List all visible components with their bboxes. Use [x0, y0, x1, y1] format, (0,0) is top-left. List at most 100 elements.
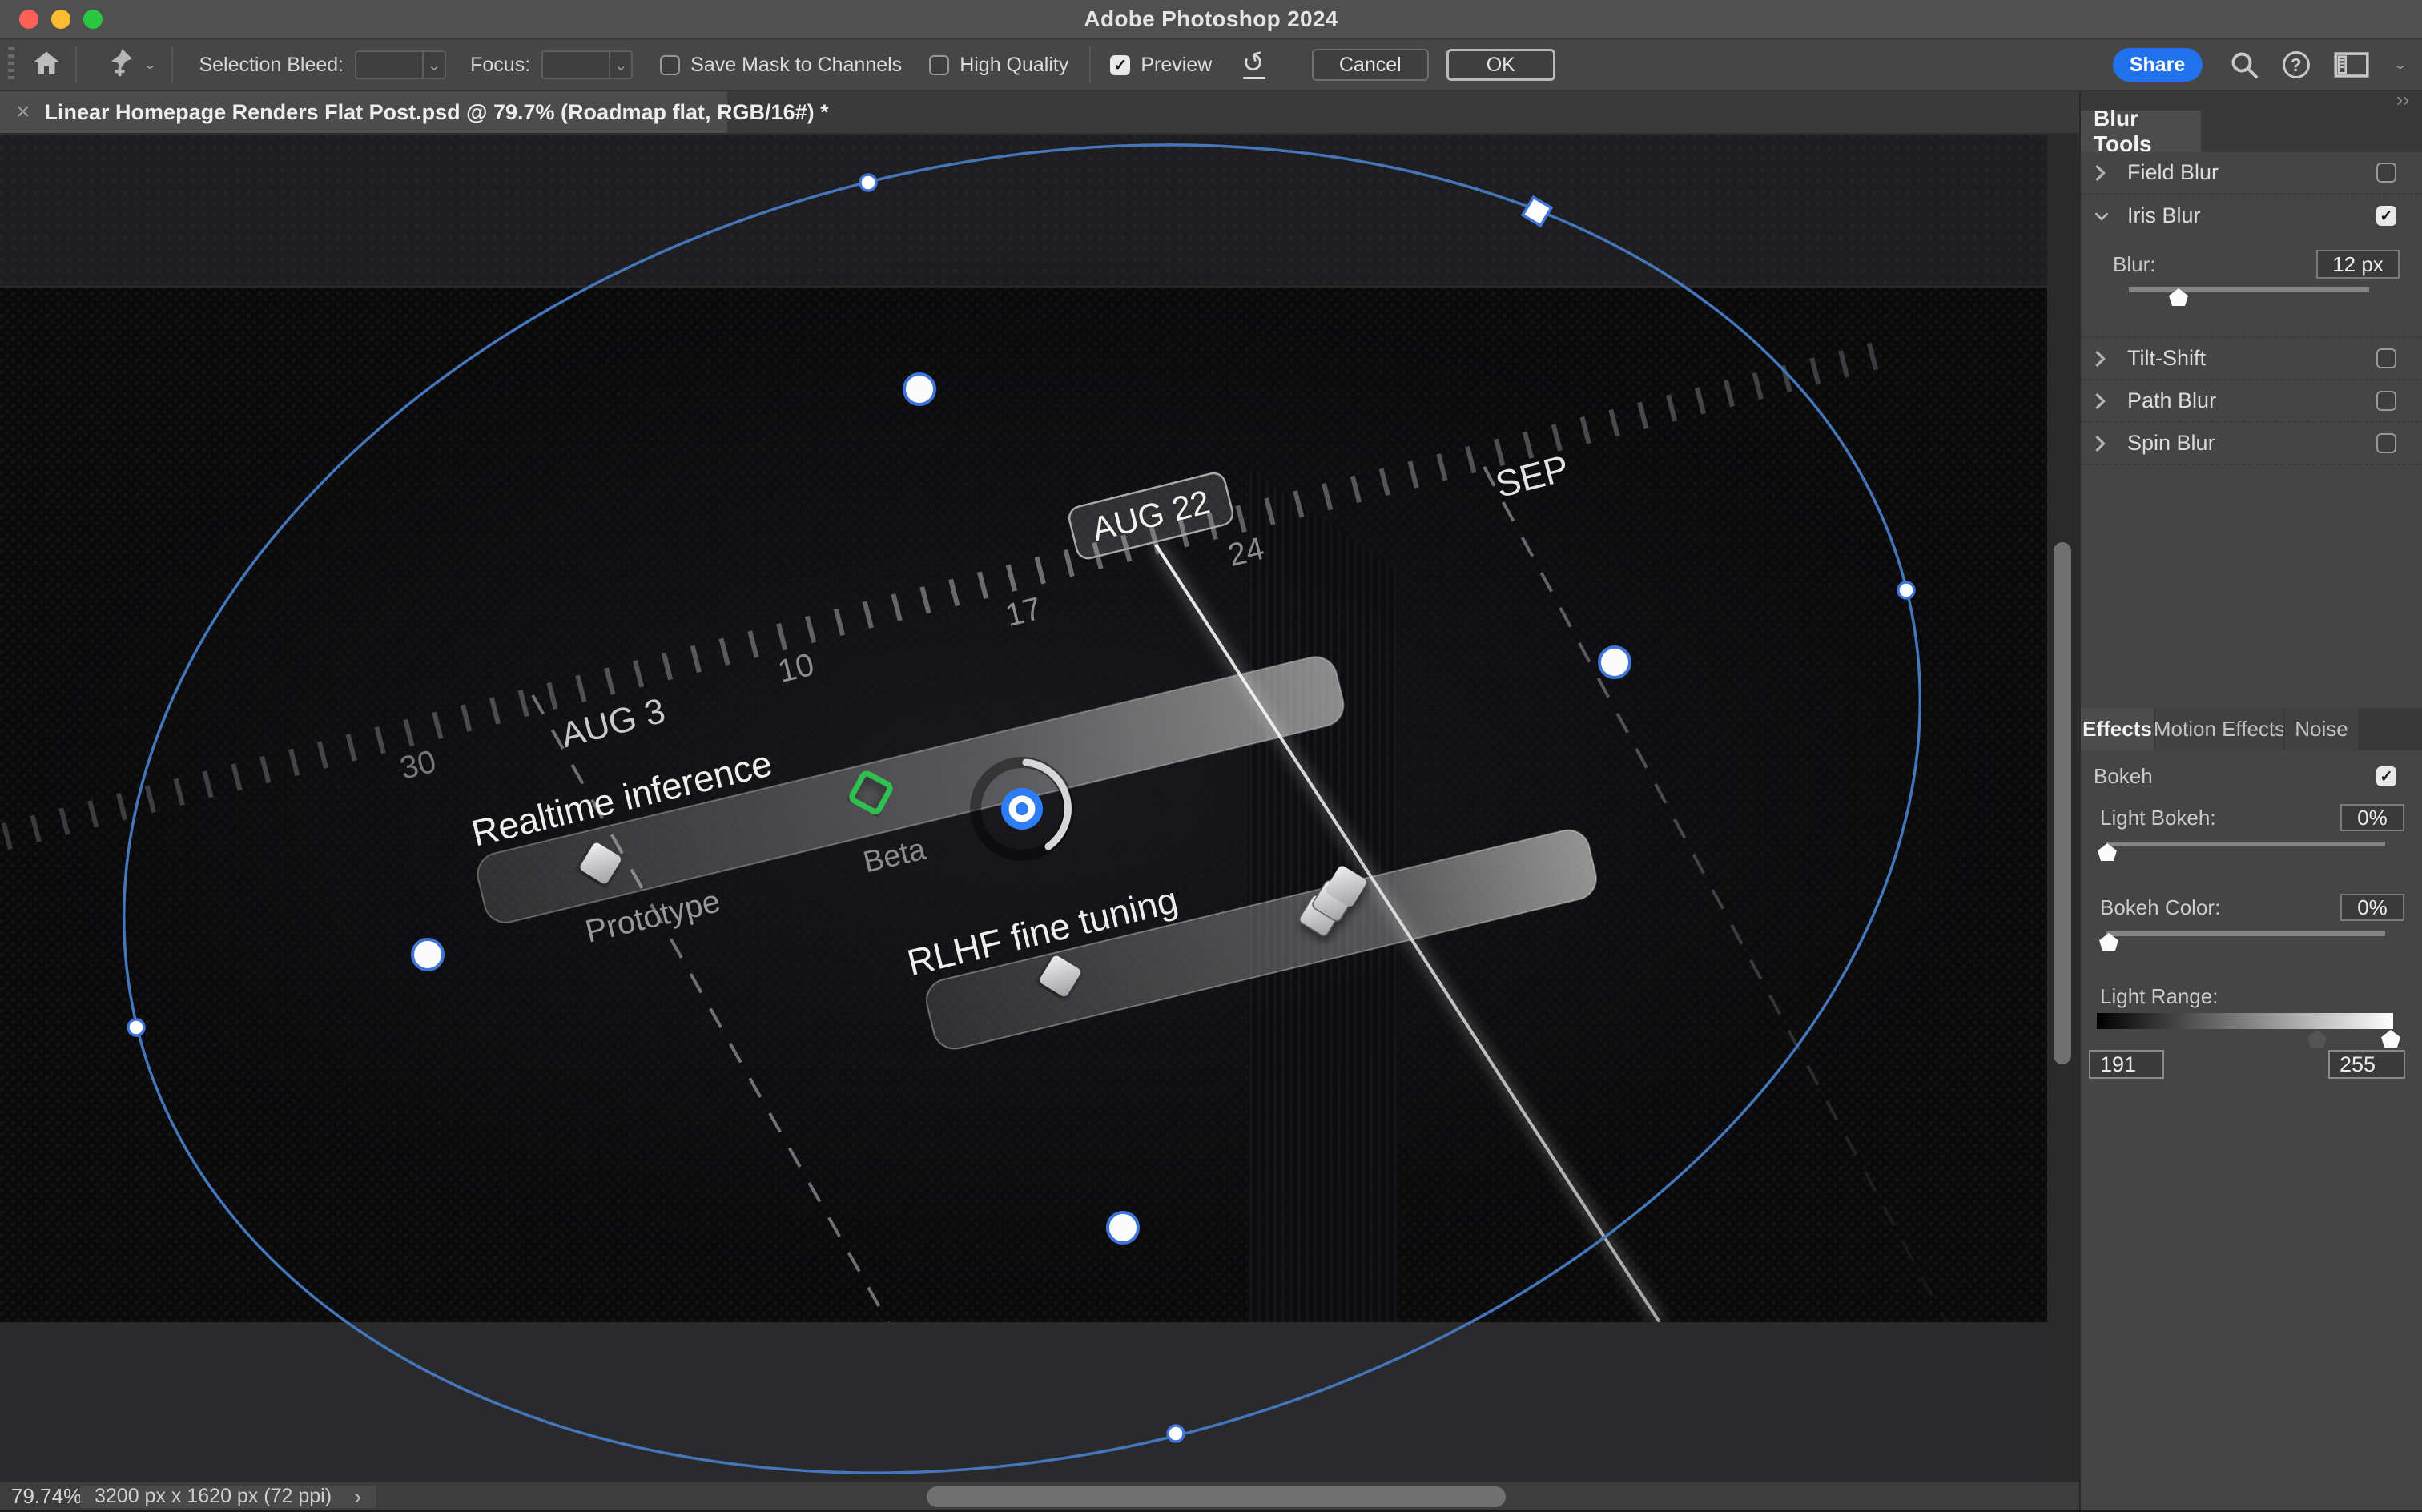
- tab-overflow-icon[interactable]: ››: [2396, 91, 2409, 111]
- field-blur-label: Field Blur: [2127, 160, 2219, 185]
- iris-blur-row[interactable]: Iris Blur: [2081, 195, 2422, 237]
- pin-tool-icon: [103, 46, 135, 84]
- document-tab[interactable]: × Linear Homepage Renders Flat Post.psd …: [0, 91, 727, 133]
- zoom-level[interactable]: 79.74%: [11, 1484, 74, 1509]
- divider: [75, 46, 77, 83]
- bokeh-color-value[interactable]: 0%: [2340, 894, 2404, 921]
- light-range-min-knob[interactable]: [2307, 1030, 2327, 1048]
- selection-bleed-label: Selection Bleed:: [199, 54, 344, 77]
- bokeh-color-row: Bokeh Color: 0%: [2081, 895, 2422, 920]
- blur-pin-tool-button[interactable]: ⌄: [103, 46, 157, 84]
- tab-effects[interactable]: Effects: [2081, 708, 2155, 750]
- preview-checkbox[interactable]: [1110, 55, 1130, 75]
- canvas[interactable]: 30 AUG 3 10 17 24 SEP AUG 22 Realtime in…: [0, 135, 2047, 1481]
- light-bokeh-value[interactable]: 0%: [2340, 804, 2404, 831]
- field-blur-row[interactable]: Field Blur: [2081, 152, 2422, 195]
- preview-label: Preview: [1141, 54, 1212, 77]
- chevron-right-icon[interactable]: [2094, 163, 2110, 183]
- path-blur-row[interactable]: Path Blur: [2081, 380, 2422, 423]
- high-quality-checkbox[interactable]: [929, 55, 949, 75]
- light-range-gradient[interactable]: [2097, 1013, 2393, 1029]
- cancel-button[interactable]: Cancel: [1312, 49, 1429, 81]
- slider-track[interactable]: [2106, 931, 2385, 936]
- preview-checkbox-row: Preview: [1110, 54, 1212, 77]
- chevron-down-icon[interactable]: [2094, 207, 2110, 225]
- light-bokeh-slider[interactable]: [2081, 837, 2422, 866]
- reset-icon[interactable]: ↺: [1242, 51, 1265, 79]
- bokeh-checkbox[interactable]: [2376, 766, 2396, 786]
- light-bokeh-label: Light Bokeh:: [2100, 806, 2216, 830]
- field-blur-checkbox[interactable]: [2376, 163, 2396, 183]
- blur-amount-label: Blur:: [2113, 252, 2155, 277]
- bokeh-row: Bokeh: [2081, 762, 2422, 790]
- chevron-down-icon[interactable]: ⌄: [2393, 54, 2408, 75]
- home-icon[interactable]: [32, 49, 61, 82]
- save-mask-label: Save Mask to Channels: [690, 54, 902, 77]
- selection-bleed-dropdown[interactable]: ⌄: [355, 50, 446, 79]
- document-info-box[interactable]: 3200 px x 1620 px (72 ppi) ›: [80, 1486, 376, 1508]
- vertical-scrollbar[interactable]: [2047, 135, 2079, 1481]
- iris-roundness-knob[interactable]: [412, 939, 443, 970]
- path-blur-checkbox[interactable]: [2376, 391, 2396, 411]
- help-icon[interactable]: ?: [2283, 51, 2310, 78]
- iris-ellipse-handle[interactable]: [1898, 582, 1914, 598]
- bokeh-color-slider[interactable]: [2081, 927, 2422, 955]
- chevron-down-icon: ⌄: [609, 52, 631, 78]
- document-tab-title: Linear Homepage Renders Flat Post.psd @ …: [45, 100, 829, 125]
- divider: [1089, 46, 1091, 83]
- macos-title-bar: Adobe Photoshop 2024: [0, 0, 2422, 40]
- slider-track[interactable]: [2129, 287, 2369, 292]
- light-range-min-value[interactable]: 191: [2089, 1050, 2164, 1079]
- share-button[interactable]: Share: [2113, 48, 2203, 82]
- iris-roundness-knob[interactable]: [1108, 1212, 1138, 1243]
- chevron-right-icon[interactable]: [2094, 434, 2110, 453]
- iris-ellipse-handle[interactable]: [1168, 1426, 1184, 1442]
- tilt-shift-label: Tilt-Shift: [2127, 346, 2206, 371]
- tilt-shift-row[interactable]: Tilt-Shift: [2081, 338, 2422, 380]
- light-range-max-value[interactable]: 255: [2328, 1050, 2405, 1079]
- spin-blur-label: Spin Blur: [2127, 431, 2215, 456]
- status-bar: 79.74% 3200 px x 1620 px (72 ppi) ›: [0, 1481, 2079, 1510]
- chevron-right-icon[interactable]: ›: [354, 1484, 361, 1510]
- iris-ellipse-handle[interactable]: [860, 175, 876, 191]
- slider-track[interactable]: [2106, 842, 2385, 846]
- canvas-artwork: 30 AUG 3 10 17 24 SEP AUG 22 Realtime in…: [0, 135, 2047, 1481]
- light-range-max-knob[interactable]: [2381, 1030, 2400, 1048]
- blur-amount-value[interactable]: 12 px: [2316, 250, 2400, 279]
- tab-noise[interactable]: Noise: [2285, 708, 2360, 750]
- iris-blur-checkbox[interactable]: [2376, 206, 2396, 226]
- iris-roundness-knob[interactable]: [1599, 647, 1630, 678]
- panel-gap: [2081, 465, 2422, 708]
- high-quality-label: High Quality: [960, 54, 1068, 77]
- iris-roundness-knob[interactable]: [904, 374, 935, 404]
- vertical-scrollbar-thumb[interactable]: [2054, 542, 2071, 1064]
- light-bokeh-row: Light Bokeh: 0%: [2081, 805, 2422, 830]
- close-tab-icon[interactable]: ×: [16, 99, 30, 126]
- focus-value: [543, 52, 609, 78]
- tilt-shift-checkbox[interactable]: [2376, 348, 2396, 368]
- bokeh-label: Bokeh: [2094, 764, 2153, 789]
- iris-blur-label: Iris Blur: [2127, 203, 2201, 228]
- save-mask-checkbox[interactable]: [660, 55, 680, 75]
- pasteboard: [0, 1322, 2047, 1481]
- spin-blur-checkbox[interactable]: [2376, 433, 2396, 453]
- tab-motion-effects[interactable]: Motion Effects: [2155, 708, 2285, 750]
- chevron-right-icon[interactable]: [2094, 392, 2110, 411]
- workspace-icon[interactable]: [2334, 51, 2369, 78]
- light-range-values: 191 255: [2081, 1050, 2422, 1079]
- focus-dropdown[interactable]: ⌄: [541, 50, 633, 79]
- iris-ellipse-handle[interactable]: [128, 1019, 144, 1035]
- ok-button[interactable]: OK: [1446, 49, 1555, 81]
- horizontal-scrollbar-thumb[interactable]: [927, 1486, 1506, 1507]
- app-title: Adobe Photoshop 2024: [0, 6, 2422, 32]
- spin-blur-row[interactable]: Spin Blur: [2081, 423, 2422, 465]
- focus-label: Focus:: [470, 54, 530, 77]
- chevron-right-icon[interactable]: [2094, 349, 2110, 368]
- document-dimensions: 3200 px x 1620 px (72 ppi): [95, 1485, 332, 1508]
- bokeh-color-label: Bokeh Color:: [2100, 895, 2220, 920]
- search-icon[interactable]: [2230, 50, 2259, 79]
- blur-tools-tab[interactable]: Blur Tools: [2081, 111, 2201, 152]
- blur-amount-slider[interactable]: [2081, 279, 2422, 311]
- options-bar-grip[interactable]: [8, 47, 14, 82]
- light-range-label: Light Range:: [2100, 984, 2218, 1009]
